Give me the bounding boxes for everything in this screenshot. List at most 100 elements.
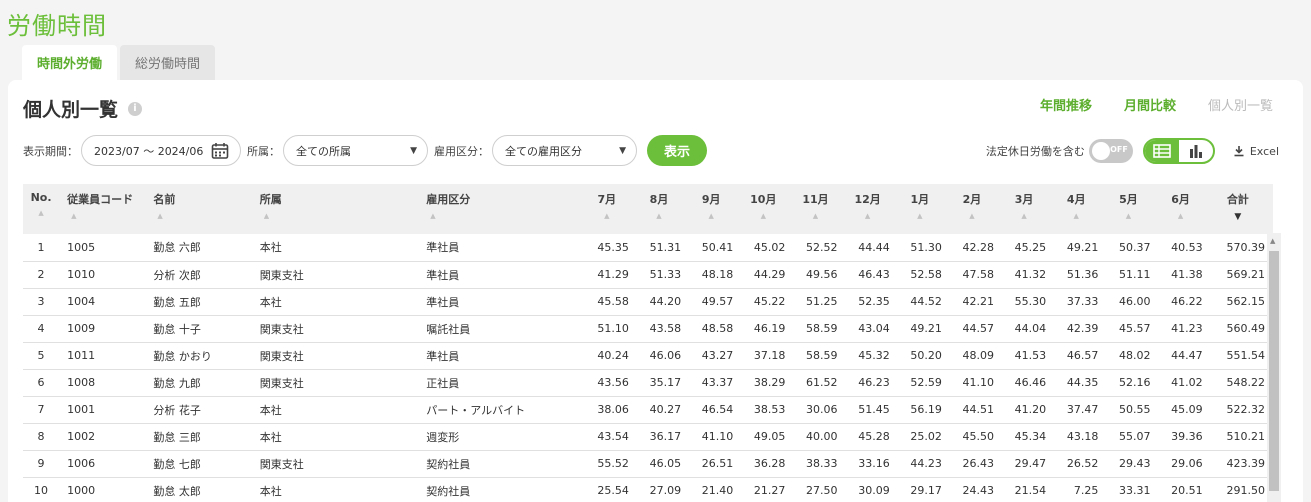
table-row[interactable]: 10 1000 勤怠 太郎 本社 契約社員 25.54 27.09 21.40 21.27 27.… <box>23 477 1273 502</box>
table-cell: 44.44 <box>845 234 898 262</box>
scroll-up-icon[interactable]: ▲ <box>1270 237 1275 245</box>
table-cell: 1004 <box>59 288 146 316</box>
table-cell: 45.09 <box>1158 396 1211 424</box>
emp-type-value: 全ての雇用区分 <box>505 144 582 158</box>
table-cell: 37.33 <box>1054 288 1107 316</box>
table-cell: 52.16 <box>1106 369 1159 397</box>
table-row[interactable]: 9 1006 勤怠 七郎 関東支社 契約社員 55.52 46.05 26.51 36.28 38… <box>23 450 1273 478</box>
table-cell: 勤怠 太郎 <box>145 477 252 502</box>
dept-select[interactable]: 全ての所属 ▼ <box>283 135 428 166</box>
table-cell: 20.51 <box>1158 477 1211 502</box>
content-card: 個人別一覧 i 年間推移 月間比較 個人別一覧 表示期間： 2023/07 ～ … <box>8 80 1303 502</box>
col-header-month[interactable]: 8月 ▲ <box>636 184 690 234</box>
row-number: 4 <box>23 315 60 343</box>
col-header-month[interactable]: 6月 ▲ <box>1158 184 1211 234</box>
holiday-toggle[interactable]: OFF <box>1088 139 1133 163</box>
tab-total-hours[interactable]: 総労働時間 <box>120 45 216 80</box>
table-cell: 44.51 <box>949 396 1003 424</box>
col-header-month[interactable]: 3月 ▲ <box>1002 184 1055 234</box>
link-individual-list: 個人別一覧 <box>1207 99 1273 114</box>
table-cell: 51.33 <box>636 261 690 289</box>
col-header-month[interactable]: 2月 ▲ <box>949 184 1003 234</box>
col-header-no[interactable]: No. ▲ <box>23 184 60 234</box>
table-cell: 41.20 <box>1002 396 1055 424</box>
table-header-row: No. ▲ 従業員コード ▲ 名前 ▲ 所属 ▲ 雇用区分 ▲ 7月 ▲ 8月 ▲ 9月 ▲ 1… <box>23 184 1273 234</box>
col-header-emp-type[interactable]: 雇用区分 ▲ <box>418 184 585 234</box>
period-picker[interactable]: 2023/07 ～ 2024/06 <box>81 135 241 166</box>
table-row[interactable]: 2 1010 分析 次郎 関東支社 準社員 41.29 51.33 48.18 44.29 49.… <box>23 261 1273 289</box>
col-header-month[interactable]: 7月 ▲ <box>584 184 637 234</box>
table-cell: 42.39 <box>1054 315 1107 343</box>
table-cell: 40.27 <box>636 396 690 424</box>
table-cell: 50.20 <box>897 342 950 370</box>
card-title-text: 個人別一覧 <box>23 99 119 121</box>
total-cell: 570.39 <box>1210 234 1273 262</box>
col-header-total[interactable]: 合計 ▼ <box>1210 184 1273 234</box>
dept-label: 所属： <box>247 144 280 158</box>
emp-type-select[interactable]: 全ての雇用区分 ▼ <box>492 135 637 166</box>
chevron-down-icon: ▼ <box>619 145 626 156</box>
table-cell: 21.40 <box>689 477 742 502</box>
link-monthly-compare[interactable]: 月間比較 <box>1124 95 1176 114</box>
table-cell: 45.28 <box>845 423 898 451</box>
table-row[interactable]: 7 1001 分析 花子 本社 パート・アルバイト 38.06 40.27 46.54 38.5… <box>23 396 1273 424</box>
table-cell: 51.10 <box>584 315 637 343</box>
tab-overtime[interactable]: 時間外労働 <box>22 45 118 80</box>
table-cell: 35.17 <box>636 369 690 397</box>
table-view-button[interactable] <box>1144 140 1179 162</box>
table-cell: 33.31 <box>1106 477 1159 502</box>
table-scrollbar[interactable]: ▲ <box>1267 233 1281 502</box>
table-cell: 40.24 <box>584 342 637 370</box>
table-cell: 本社 <box>251 423 419 451</box>
table-cell: 51.31 <box>636 234 690 262</box>
col-header-month[interactable]: 12月 ▲ <box>845 184 898 234</box>
col-header-month[interactable]: 1月 ▲ <box>897 184 950 234</box>
table-cell: 本社 <box>251 234 419 262</box>
table-cell: 55.07 <box>1106 423 1159 451</box>
table-cell: 51.11 <box>1106 261 1159 289</box>
info-icon[interactable]: i <box>128 101 143 116</box>
row-number: 7 <box>23 396 60 424</box>
link-annual-trend[interactable]: 年間推移 <box>1040 95 1092 114</box>
excel-download-button[interactable]: Excel <box>1233 145 1279 158</box>
table-row[interactable]: 5 1011 勤怠 かおり 関東支社 準社員 40.24 46.06 43.27 37.18 58… <box>23 342 1273 370</box>
show-button[interactable]: 表示 <box>647 135 707 166</box>
table-cell: 43.56 <box>584 369 637 397</box>
bar-chart-icon <box>1189 145 1202 158</box>
table-cell: 52.52 <box>793 234 846 262</box>
table-cell: 勤怠 かおり <box>145 342 252 370</box>
table-cell: 43.18 <box>1054 423 1107 451</box>
table-cell: 24.43 <box>949 477 1003 502</box>
table-cell: 41.10 <box>689 423 742 451</box>
col-header-month[interactable]: 5月 ▲ <box>1106 184 1159 234</box>
table-cell: 本社 <box>251 288 419 316</box>
col-header-month[interactable]: 9月 ▲ <box>689 184 742 234</box>
table-cell: 44.23 <box>897 450 950 478</box>
table-row[interactable]: 4 1009 勤怠 十子 関東支社 嘱託社員 51.10 43.58 48.58 46.19 58… <box>23 315 1273 343</box>
calendar-icon <box>212 142 229 159</box>
table-cell: 46.23 <box>845 369 898 397</box>
col-header-code[interactable]: 従業員コード ▲ <box>59 184 146 234</box>
table-row[interactable]: 6 1008 勤怠 九郎 関東支社 正社員 43.56 35.17 43.37 38.29 61.… <box>23 369 1273 397</box>
chart-view-button[interactable] <box>1179 140 1213 162</box>
scrollbar-thumb[interactable] <box>1269 251 1279 491</box>
table-row[interactable]: 1 1005 勤怠 六郎 本社 準社員 45.35 51.31 50.41 45.02 52.52… <box>23 234 1273 262</box>
table-cell: 嘱託社員 <box>418 315 585 343</box>
col-header-dept[interactable]: 所属 ▲ <box>251 184 419 234</box>
col-header-month[interactable]: 4月 ▲ <box>1054 184 1107 234</box>
table-cell: 38.29 <box>741 369 794 397</box>
table-cell: 50.55 <box>1106 396 1159 424</box>
col-header-month[interactable]: 11月 ▲ <box>793 184 846 234</box>
table-cell: 48.09 <box>949 342 1003 370</box>
table-row[interactable]: 3 1004 勤怠 五郎 本社 準社員 45.58 44.20 49.57 45.22 51.25… <box>23 288 1273 316</box>
table-cell: 29.43 <box>1106 450 1159 478</box>
table-row[interactable]: 8 1002 勤怠 三郎 本社 週変形 43.54 36.17 41.10 49.05 40.00… <box>23 423 1273 451</box>
table-cell: 46.57 <box>1054 342 1107 370</box>
table-cell: 勤怠 十子 <box>145 315 252 343</box>
total-cell: 423.39 <box>1210 450 1273 478</box>
table-cell: 43.58 <box>636 315 690 343</box>
col-header-month[interactable]: 10月 ▲ <box>741 184 794 234</box>
table-cell: 21.27 <box>741 477 794 502</box>
table-cell: 契約社員 <box>418 450 585 478</box>
col-header-name[interactable]: 名前 ▲ <box>145 184 252 234</box>
